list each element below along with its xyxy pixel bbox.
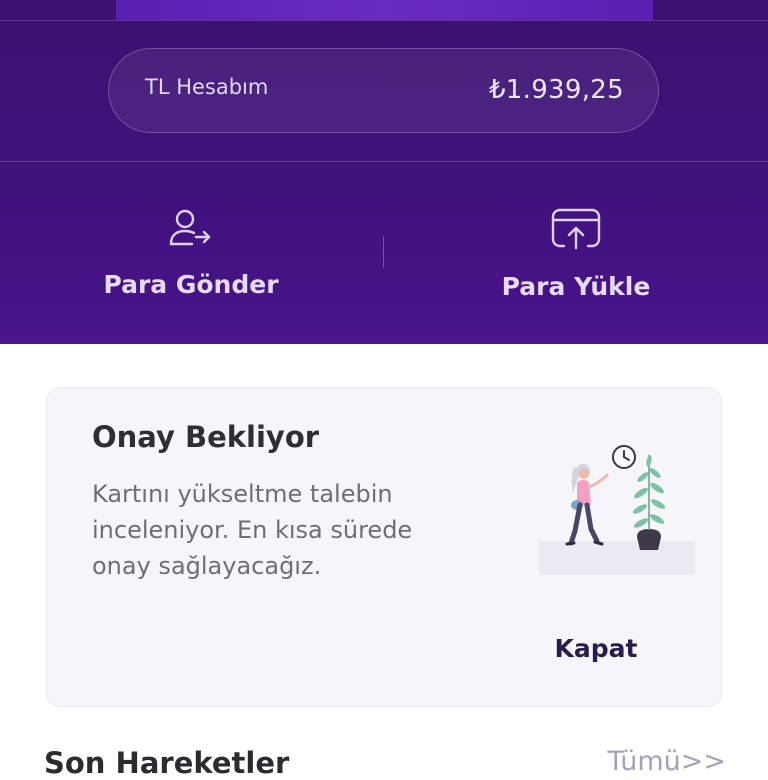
account-balance: ₺1.939,25	[488, 75, 624, 105]
header-divider	[0, 20, 768, 21]
account-name: TL Hesabım	[145, 75, 269, 99]
see-all-link[interactable]: Tümü>>	[607, 746, 726, 777]
upload-card-icon	[416, 206, 736, 256]
notice-title: Onay Bekliyor	[92, 420, 320, 454]
send-money-label: Para Gönder	[103, 270, 279, 299]
send-money-button[interactable]: Para Gönder	[31, 200, 351, 310]
pending-approval-card: Onay Bekliyor Kartını yükseltme talebin …	[46, 387, 722, 707]
load-money-label: Para Yükle	[501, 272, 651, 301]
notice-body: Kartını yükseltme talebin inceleniyor. E…	[92, 480, 413, 580]
close-button[interactable]: Kapat	[537, 634, 655, 663]
load-money-button[interactable]: Para Yükle	[416, 200, 736, 310]
actions-divider	[383, 236, 384, 268]
account-header: TL Hesabım ₺1.939,25 Para Gönder Para Yü…	[0, 0, 768, 344]
woman-walking-clock-plant-illustration	[537, 443, 697, 583]
header-divider	[0, 161, 768, 162]
recent-transactions-title: Son Hareketler	[44, 746, 290, 780]
user-send-icon	[31, 206, 351, 254]
account-balance-pill[interactable]: TL Hesabım ₺1.939,25	[108, 48, 659, 133]
card-preview[interactable]	[116, 0, 653, 20]
